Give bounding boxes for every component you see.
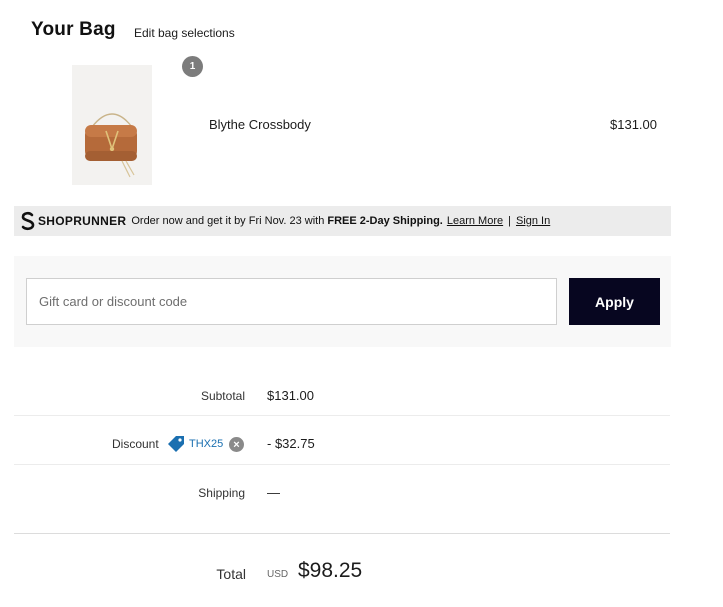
- subtotal-label: Subtotal: [200, 389, 245, 403]
- apply-button[interactable]: Apply: [569, 278, 660, 325]
- page-title: Your Bag: [31, 19, 116, 40]
- discount-code: THX25: [189, 438, 224, 450]
- shoprunner-logo-icon: [21, 211, 35, 231]
- shoprunner-brand: SHOPRUNNER: [38, 214, 127, 228]
- divider: [14, 533, 670, 534]
- edit-bag-link[interactable]: Edit bag selections: [134, 26, 235, 40]
- bag-image-icon: [72, 65, 152, 185]
- tag-icon: [168, 436, 184, 452]
- discount-code-input[interactable]: [26, 278, 557, 325]
- sign-in-link[interactable]: Sign In: [516, 215, 550, 227]
- shoprunner-message: Order now and get it by Fri Nov. 23 with: [131, 215, 325, 227]
- product-image[interactable]: [72, 65, 152, 185]
- currency-code: USD: [267, 569, 289, 580]
- total-value: $98.25: [298, 559, 363, 582]
- shipping-label: Shipping: [198, 486, 245, 500]
- divider: [14, 464, 670, 465]
- shoprunner-highlight: FREE 2-Day Shipping.: [327, 215, 443, 227]
- learn-more-link[interactable]: Learn More: [447, 215, 503, 227]
- discount-value: - $32.75: [267, 436, 315, 451]
- remove-discount-icon[interactable]: ×: [229, 437, 244, 452]
- discount-label: Discount: [112, 437, 159, 451]
- bag-page: Your Bag Edit bag selections 1 Blythe Cr…: [0, 0, 723, 607]
- shipping-value: —: [267, 485, 280, 500]
- product-price: $131.00: [610, 117, 657, 132]
- subtotal-value: $131.00: [267, 388, 314, 403]
- discount-code-panel: Apply: [14, 256, 671, 347]
- shoprunner-banner: SHOPRUNNER Order now and get it by Fri N…: [14, 206, 671, 236]
- total-label: Total: [216, 566, 246, 582]
- divider: [14, 415, 670, 416]
- quantity-badge: 1: [182, 56, 203, 77]
- link-separator: |: [508, 215, 511, 227]
- product-name[interactable]: Blythe Crossbody: [209, 117, 311, 132]
